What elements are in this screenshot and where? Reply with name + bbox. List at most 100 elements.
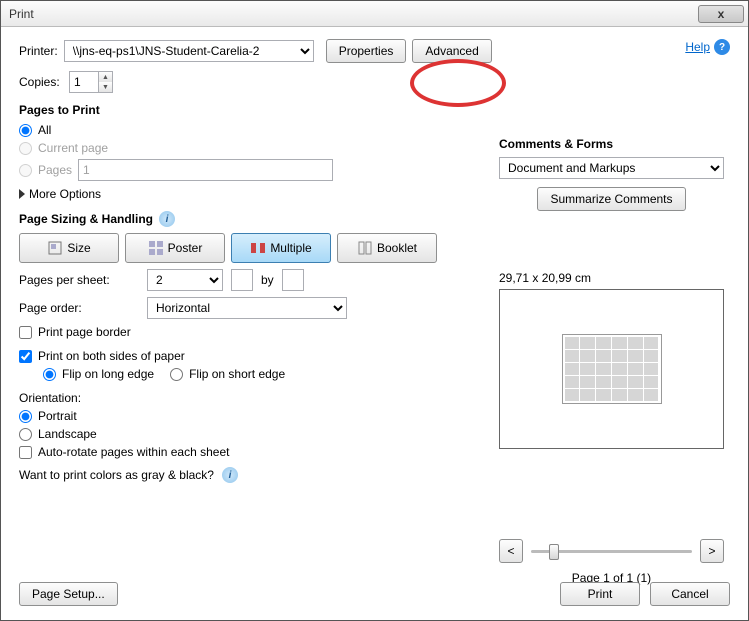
left-column: Pages to Print All Current page Pages Mo… [19,103,489,483]
comments-forms-select[interactable]: Document and Markups [499,157,724,179]
page-order-row: Page order: Horizontal [19,297,489,319]
pages-per-sheet-select[interactable]: 2 [147,269,223,291]
disclosure-triangle-icon [19,189,25,199]
pps-custom-h [282,269,304,291]
landscape-radio[interactable] [19,428,32,441]
sizing-title: Page Sizing & Handling [19,212,153,226]
duplex-label: Print on both sides of paper [38,349,185,363]
booklet-tab[interactable]: Booklet [337,233,437,263]
pages-range-input [78,159,333,181]
multiple-icon [250,240,266,256]
printer-label: Printer: [19,44,58,58]
slider-thumb[interactable] [549,544,559,560]
portrait-label: Portrait [38,409,77,423]
preview-prev-button[interactable]: < [499,539,523,563]
sizing-title-row: Page Sizing & Handling i [19,211,489,227]
landscape-row: Landscape [19,427,489,441]
pages-current-label: Current page [38,141,108,155]
copies-label: Copies: [19,75,63,89]
chevron-left-icon: < [507,544,514,558]
duplex-checkbox[interactable] [19,350,32,363]
more-options-toggle[interactable]: More Options [19,187,489,201]
print-border-label: Print page border [38,325,131,339]
landscape-label: Landscape [38,427,97,441]
portrait-radio[interactable] [19,410,32,423]
pages-per-sheet-row: Pages per sheet: 2 by [19,269,489,291]
auto-rotate-row: Auto-rotate pages within each sheet [19,445,489,459]
preview-nav: < > [499,539,724,563]
grayscale-row: Want to print colors as gray & black? i [19,467,489,483]
short-edge-label: Flip on short edge [189,367,285,381]
print-preview [499,289,724,449]
page-order-select[interactable]: Horizontal [147,297,347,319]
sizing-tabs: Size Poster Multiple [19,233,489,263]
long-edge-label: Flip on long edge [62,367,154,381]
pages-to-print-title: Pages to Print [19,103,489,117]
auto-rotate-label: Auto-rotate pages within each sheet [38,445,229,459]
copies-input[interactable] [70,73,98,91]
duplex-row: Print on both sides of paper [19,349,489,363]
slider-track [531,550,692,553]
pages-range-radio [19,164,32,177]
preview-dimensions: 29,71 x 20,99 cm [499,271,724,285]
advanced-button[interactable]: Advanced [412,39,491,63]
pps-by-label: by [261,273,274,287]
multiple-tab[interactable]: Multiple [231,233,331,263]
pages-all-row: All [19,123,489,137]
right-column: Comments & Forms Document and Markups Su… [499,127,724,585]
pages-current-radio [19,142,32,155]
help-link[interactable]: Help [685,40,710,54]
preview-zoom-slider[interactable] [531,550,692,553]
comments-forms-title: Comments & Forms [499,137,724,151]
pps-custom-w [231,269,253,291]
auto-rotate-checkbox[interactable] [19,446,32,459]
copies-row: Copies: ▲ ▼ [19,71,730,93]
properties-button[interactable]: Properties [326,39,407,63]
print-border-row: Print page border [19,325,489,339]
size-icon [47,240,63,256]
orientation-title: Orientation: [19,391,489,405]
dialog-footer: Page Setup... Print Cancel [19,582,730,606]
summarize-comments-button[interactable]: Summarize Comments [537,187,685,211]
printer-row: Printer: \\jns-eq-ps1\JNS-Student-Careli… [19,39,730,63]
print-border-checkbox[interactable] [19,326,32,339]
cancel-button[interactable]: Cancel [650,582,730,606]
page-setup-button[interactable]: Page Setup... [19,582,118,606]
pages-current-row: Current page [19,141,489,155]
long-edge-radio[interactable] [43,368,56,381]
pages-range-row: Pages [19,159,489,181]
duplex-edge-row: Flip on long edge Flip on short edge [43,367,489,381]
grayscale-info-icon[interactable]: i [222,467,238,483]
spinner-down-icon[interactable]: ▼ [99,82,112,92]
titlebar: Print x [1,1,748,27]
preview-next-button[interactable]: > [700,539,724,563]
spinner-up-icon[interactable]: ▲ [99,72,112,82]
dialog-content: Help ? Printer: \\jns-eq-ps1\JNS-Student… [1,27,748,620]
short-edge-radio[interactable] [170,368,183,381]
size-tab[interactable]: Size [19,233,119,263]
pages-all-radio[interactable] [19,124,32,137]
more-options-label: More Options [29,187,101,201]
help-icon[interactable]: ? [714,39,730,55]
help-link-group: Help ? [685,39,730,55]
printer-select[interactable]: \\jns-eq-ps1\JNS-Student-Carelia-2 [64,40,314,62]
portrait-row: Portrait [19,409,489,423]
booklet-icon [357,240,373,256]
poster-icon [148,240,164,256]
close-icon: x [718,7,725,21]
spinner-arrows: ▲ ▼ [98,72,112,92]
pages-range-label: Pages [38,163,72,177]
print-button[interactable]: Print [560,582,640,606]
preview-thumbnail [562,334,662,404]
print-dialog: Print x Help ? Printer: \\jns-eq-ps1\JNS… [0,0,749,621]
pages-per-sheet-label: Pages per sheet: [19,273,139,287]
grayscale-label: Want to print colors as gray & black? [19,468,214,482]
copies-spinner[interactable]: ▲ ▼ [69,71,113,93]
window-title: Print [9,7,698,21]
page-order-label: Page order: [19,301,139,315]
pages-all-label: All [38,123,51,137]
info-icon[interactable]: i [159,211,175,227]
chevron-right-icon: > [708,544,715,558]
close-button[interactable]: x [698,5,744,23]
poster-tab[interactable]: Poster [125,233,225,263]
